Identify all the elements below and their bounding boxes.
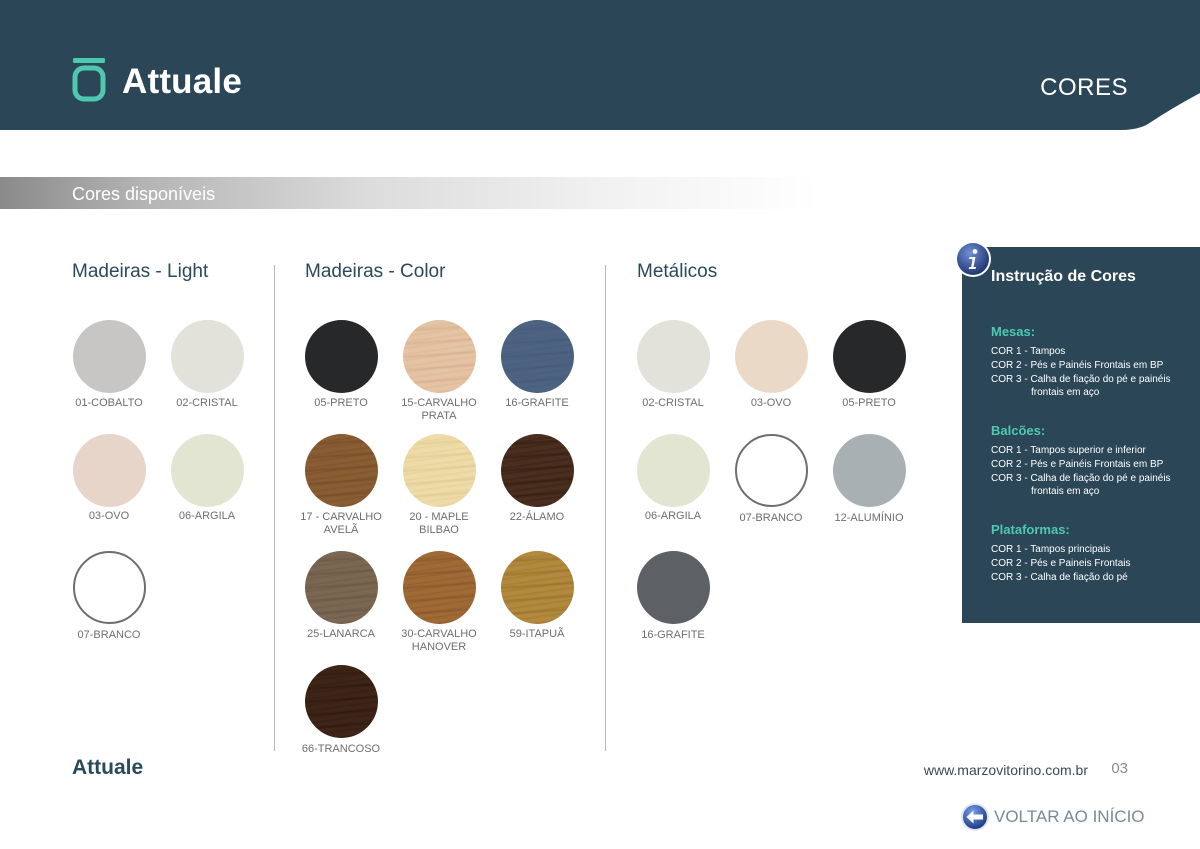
swatch-label: 16-GRAFITE [641,629,705,641]
color-swatch [501,434,574,507]
panel-line: COR 1 - Tampos principais [991,544,1111,555]
panel-line: COR 3 - Calha de fiação do pé [991,572,1128,583]
swatch-label: 30-CARVALHO HANOVER [401,628,477,653]
color-swatch [73,320,146,393]
panel-line: COR 3 - Calha de fiação do pé e painéis … [991,374,1171,398]
footer-brand: Attuale [72,756,144,779]
swatch-label: 03-OVO [88,510,130,522]
color-swatch [637,434,710,507]
swatch-label: 25-LANARCA [307,628,375,640]
page-number: 03 [1111,760,1128,777]
swatch-label: 15-CARVALHO PRATA [401,397,477,422]
color-swatch [305,551,378,624]
panel-line: COR 2 - Pés e Painéis Frontais em BP [991,459,1164,470]
color-swatch [73,551,146,624]
color-swatch [305,320,378,393]
panel-heading-plataformas: Plataformas: [991,522,1070,537]
panel-line: COR 1 - Tampos superior e inferior [991,445,1146,456]
color-swatch [637,320,710,393]
panel-line: COR 2 - Pés e Painéis Frontais em BP [991,360,1164,371]
color-swatch [305,434,378,507]
color-swatch [403,434,476,507]
panel-line: COR 1 - Tampos [991,346,1066,357]
column-title-metalicos: Metálicos [637,261,718,282]
brand-logo: Attuale [122,62,243,101]
color-swatch [73,434,146,507]
column-title-madeiras-color: Madeiras - Color [305,261,446,282]
back-to-start-label: VOLTAR AO INÍCIO [994,807,1145,826]
color-swatch [501,320,574,393]
attuale-logo-icon [72,58,106,102]
swatch-label: 05-PRETO [314,397,368,409]
panel-line: COR 3 - Calha de fiação do pé e painéis … [991,473,1171,497]
swatch-label: 17 - CARVALHO AVELÃ [300,511,382,536]
column-title-madeiras-light: Madeiras - Light [72,261,209,282]
swatch-label: 01-COBALTO [75,397,143,409]
swatch-label: 59-ITAPUÃ [509,628,565,640]
info-icon [955,241,991,277]
swatch-label: 03-OVO [750,397,792,409]
arrow-left-icon [961,803,989,831]
swatch-label: 16-GRAFITE [505,397,569,409]
column-divider [605,265,606,751]
color-swatch [171,434,244,507]
color-swatch [305,665,378,738]
column-divider [274,265,275,751]
swatch-label: 66-TRANCOSO [301,743,381,755]
color-swatch [735,434,808,507]
color-swatch [403,320,476,393]
color-swatch [171,320,244,393]
footer-url-link[interactable]: www.marzovitorino.com.br [880,762,1088,778]
panel-heading-balcoes: Balcões: [991,423,1046,438]
color-swatch [735,320,808,393]
panel-title: Instrução de Cores [991,268,1136,285]
color-swatch [833,434,906,507]
color-swatch [501,551,574,624]
swatch-label: 02-CRISTAL [176,397,238,409]
swatch-label: 07-BRANCO [739,512,803,524]
page-section-tag: CORES [1040,74,1128,101]
swatch-label: 02-CRISTAL [642,397,704,409]
swatch-label: 05-PRETO [842,397,896,409]
color-swatch [833,320,906,393]
swatch-label: 06-ARGILA [178,510,236,522]
panel-heading-mesas: Mesas: [991,324,1036,339]
swatch-label: 12-ALUMÍNIO [834,512,904,524]
panel-line: COR 2 - Pés e Paineis Frontais [991,558,1131,569]
swatch-label: 07-BRANCO [77,629,141,641]
swatch-label: 06-ARGILA [644,510,702,522]
color-swatch [403,551,476,624]
color-swatch [637,551,710,624]
swatch-label: 22-ÁLAMO [509,511,565,523]
swatch-label: 20 - MAPLE BILBAO [409,511,469,536]
section-title: Cores disponíveis [72,184,216,204]
